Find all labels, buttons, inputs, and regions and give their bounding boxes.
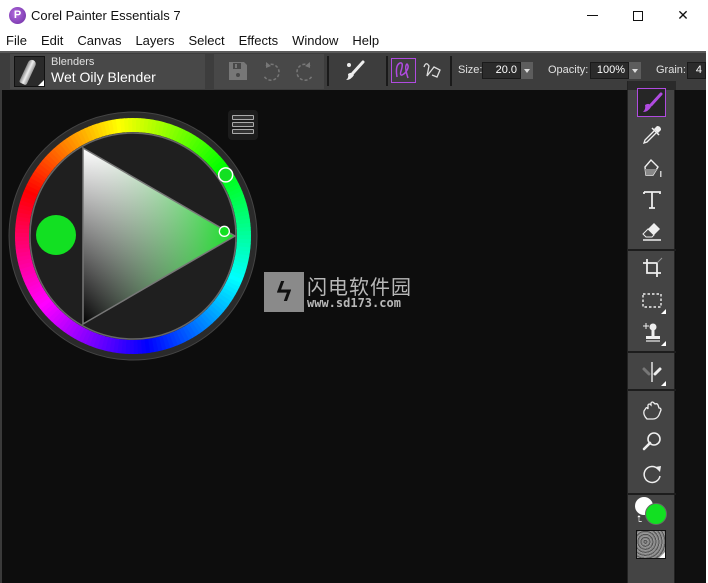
mirror-painting-icon xyxy=(642,361,661,382)
toolbar-separator xyxy=(386,56,388,86)
tool-rotate-page[interactable] xyxy=(637,459,666,488)
tool-paint-bucket[interactable] xyxy=(637,153,666,182)
menu-help[interactable]: Help xyxy=(345,31,386,51)
tool-brush[interactable] xyxy=(637,88,666,117)
tool-clone[interactable] xyxy=(637,317,666,346)
app-window: P Corel Painter Essentials 7 ✕ File Edit… xyxy=(0,0,706,583)
dropdown-corner-icon xyxy=(38,80,44,86)
document-edge xyxy=(676,90,706,583)
tool-flyout-icon xyxy=(659,552,665,558)
hamburger-icon xyxy=(232,122,254,127)
straight-line-stroke-button[interactable] xyxy=(420,58,445,83)
undo-icon[interactable] xyxy=(259,60,283,84)
brush-category-label: Blenders xyxy=(51,56,95,68)
tool-flyout-icon xyxy=(661,381,666,386)
opacity-dropdown[interactable] xyxy=(629,62,641,79)
toolbox-divider xyxy=(628,351,676,353)
menu-window[interactable]: Window xyxy=(285,31,345,51)
menu-file[interactable]: File xyxy=(0,31,34,51)
toolbox-divider xyxy=(628,493,676,495)
tool-crop[interactable] xyxy=(637,253,666,282)
close-icon: ✕ xyxy=(677,7,689,23)
current-color-swatch xyxy=(36,215,76,255)
grain-label: Grain: xyxy=(656,64,686,76)
paper-texture-swatch[interactable] xyxy=(636,530,666,559)
maximize-button[interactable] xyxy=(615,0,661,31)
brush-selector[interactable]: Blenders Wet Oily Blender xyxy=(10,54,205,89)
save-icon[interactable] xyxy=(226,60,250,84)
brush-icon xyxy=(642,92,662,112)
toolbox-divider xyxy=(628,389,676,391)
rotate-icon xyxy=(642,465,661,483)
selection-rect-icon xyxy=(641,292,662,308)
menu-canvas[interactable]: Canvas xyxy=(70,31,128,51)
property-bar: Blenders Wet Oily Blender Size: 20.0 Opa… xyxy=(0,51,706,90)
lightning-icon: ϟ xyxy=(264,272,304,312)
tool-eraser[interactable] xyxy=(637,216,666,245)
menu-layers[interactable]: Layers xyxy=(128,31,181,51)
hamburger-icon xyxy=(232,129,254,134)
eraser-icon xyxy=(641,222,661,241)
swap-colors-icon[interactable]: ⮤ xyxy=(637,514,642,525)
maximize-icon xyxy=(633,10,643,21)
tool-grabber[interactable] xyxy=(637,395,666,424)
redo-icon[interactable] xyxy=(293,60,317,84)
toolbox-divider xyxy=(628,249,676,251)
opacity-input[interactable]: 100% xyxy=(590,62,629,79)
saturation-value-handle[interactable] xyxy=(218,225,231,237)
brush-variant-label: Wet Oily Blender xyxy=(51,69,156,85)
menu-effects[interactable]: Effects xyxy=(232,31,286,51)
color-wheel-menu-button[interactable] xyxy=(228,110,258,140)
tool-flyout-icon xyxy=(661,309,666,314)
menu-select[interactable]: Select xyxy=(181,31,231,51)
freehand-stroke-icon xyxy=(395,62,409,79)
color-wheel-panel[interactable] xyxy=(7,110,259,362)
dropper-icon xyxy=(642,125,661,144)
watermark-url: www.sd173.com xyxy=(307,296,401,310)
tool-flyout-icon xyxy=(661,341,666,346)
toolbar-separator xyxy=(327,56,329,86)
file-actions xyxy=(214,54,324,89)
hamburger-icon xyxy=(232,115,254,120)
main-color-swatch[interactable] xyxy=(645,503,667,525)
toolbar-separator xyxy=(450,56,452,86)
window-title: Corel Painter Essentials 7 xyxy=(31,8,181,23)
tool-mirror-painting[interactable] xyxy=(637,357,666,386)
brush-variant-thumbnail[interactable] xyxy=(14,56,45,87)
tool-magnifier[interactable] xyxy=(637,427,666,456)
hue-handle[interactable] xyxy=(217,167,234,183)
crop-icon xyxy=(642,257,662,277)
hand-icon xyxy=(642,400,662,420)
brush-stroke-icon xyxy=(18,58,38,86)
grain-input[interactable]: 4 xyxy=(687,62,706,79)
menu-edit[interactable]: Edit xyxy=(34,31,70,51)
tool-dropper[interactable] xyxy=(637,120,666,149)
freehand-stroke-button[interactable] xyxy=(391,58,416,83)
paint-bucket-icon xyxy=(643,158,661,177)
tool-rectangular-selection[interactable] xyxy=(637,285,666,314)
tool-text[interactable] xyxy=(637,185,666,214)
window-edge xyxy=(0,90,2,583)
text-icon xyxy=(642,190,661,209)
close-button[interactable]: ✕ xyxy=(660,0,706,31)
menu-bar: File Edit Canvas Layers Select Effects W… xyxy=(0,31,706,51)
size-label: Size: xyxy=(458,64,483,76)
minimize-button[interactable] xyxy=(569,0,615,31)
straight-line-stroke-icon xyxy=(423,63,441,78)
magnifier-icon xyxy=(642,431,661,450)
size-input[interactable]: 20.0 xyxy=(482,62,521,79)
clone-stamp-icon xyxy=(642,322,660,342)
minimize-icon xyxy=(586,15,598,16)
color-wheel[interactable] xyxy=(7,110,259,362)
opacity-label: Opacity: xyxy=(548,64,589,76)
corel-painter-icon: P xyxy=(9,7,26,24)
brush-controls-icon[interactable] xyxy=(344,60,366,82)
size-dropdown[interactable] xyxy=(521,62,533,79)
title-bar: P Corel Painter Essentials 7 ✕ xyxy=(0,0,706,31)
